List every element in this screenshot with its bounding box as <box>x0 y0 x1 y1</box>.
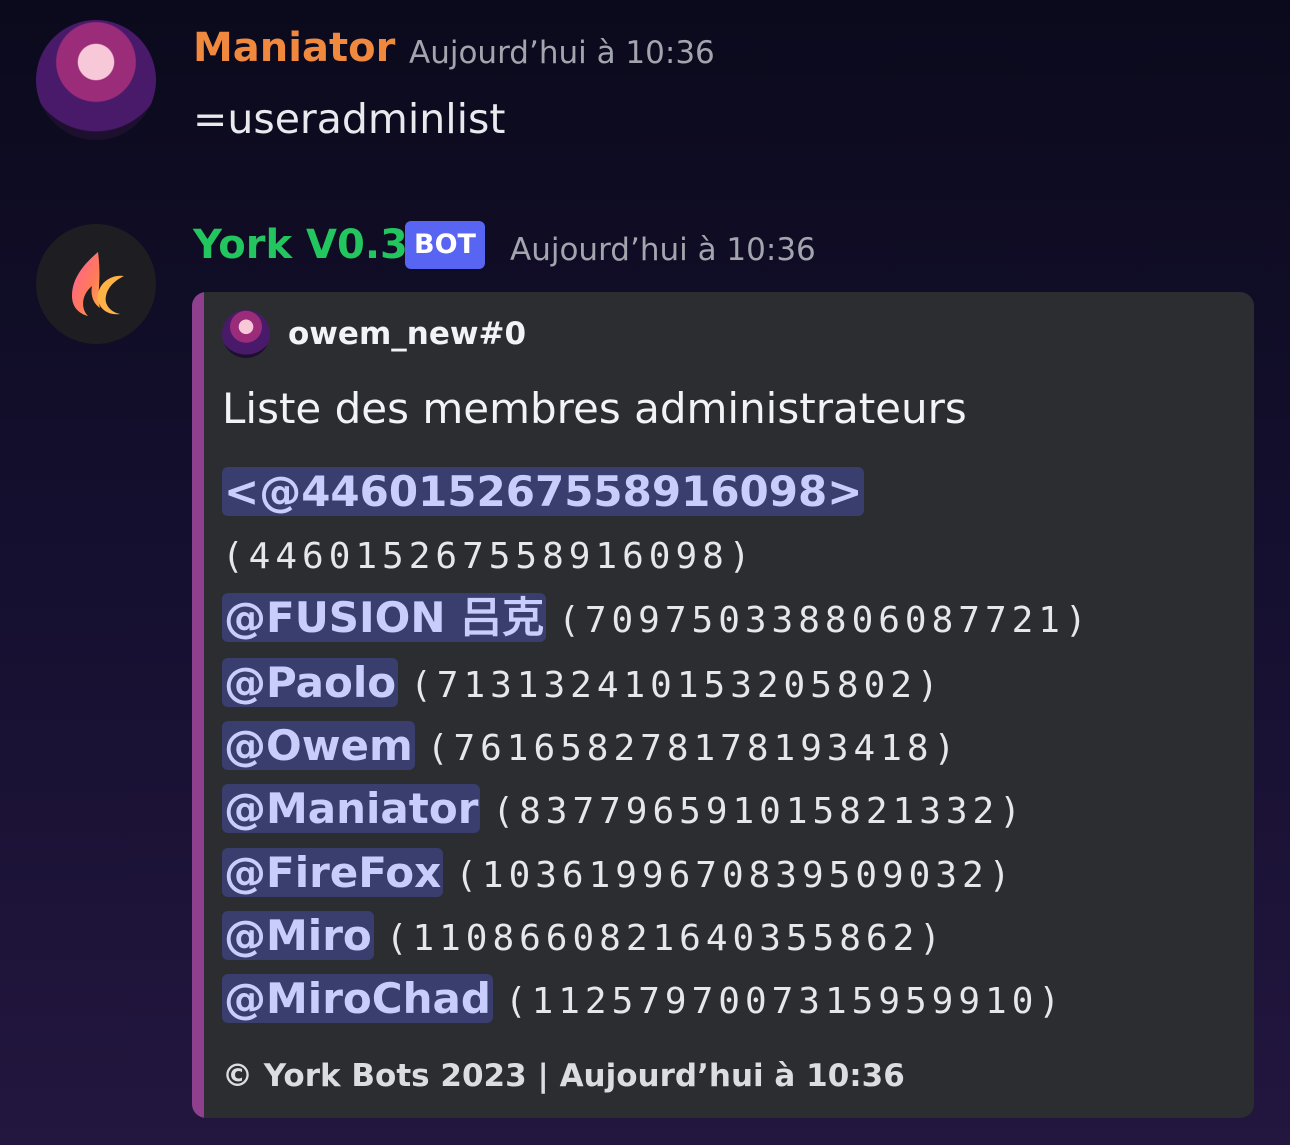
member-row: @Owem (761658278178193418) <box>222 717 960 775</box>
raw-mention: <@446015267558916098> <box>222 467 865 516</box>
member-row: @Paolo (713132410153205802) <box>222 654 944 712</box>
member-id: (837796591015821332) <box>492 791 1026 832</box>
member-mention[interactable]: @FUSION 吕克 <box>222 593 547 642</box>
message-timestamp: Aujourd’hui à 10:36 <box>510 232 816 268</box>
member-mention[interactable]: @Owem <box>222 721 415 770</box>
member-row: @MiroChad (1125797007315959910) <box>222 970 1065 1028</box>
flame-logo-icon <box>72 252 124 316</box>
message-author-name[interactable]: Maniator <box>193 24 395 72</box>
member-id: (1036199670839509032) <box>455 855 1016 896</box>
member-mention[interactable]: @FireFox <box>222 848 444 897</box>
bot-embed: owem_new#0 Liste des membres administrat… <box>192 292 1254 1118</box>
user-avatar[interactable] <box>36 20 156 140</box>
embed-accent-bar <box>192 292 204 1118</box>
member-id: (709750338806087721) <box>558 600 1092 641</box>
embed-author-name[interactable]: owem_new#0 <box>288 314 526 354</box>
member-id: (1108660821640355862) <box>385 918 946 959</box>
member-row: @FireFox (1036199670839509032) <box>222 844 1015 902</box>
embed-footer: © York Bots 2023 | Aujourd’hui à 10:36 <box>222 1058 905 1094</box>
member-row: @Maniator (837796591015821332) <box>222 780 1026 838</box>
raw-mention-row: <@446015267558916098> <box>222 463 865 521</box>
embed-title: Liste des membres administrateurs <box>222 384 967 433</box>
raw-id-row: (446015267558916098) <box>222 530 755 584</box>
member-id: (713132410153205802) <box>410 665 944 706</box>
member-mention[interactable]: @Maniator <box>222 784 481 833</box>
member-mention[interactable]: @MiroChad <box>222 974 493 1023</box>
member-id: (761658278178193418) <box>426 728 961 769</box>
bot-badge: BOT <box>405 221 485 269</box>
message-timestamp: Aujourd’hui à 10:36 <box>409 35 715 71</box>
member-mention[interactable]: @Miro <box>222 911 374 960</box>
embed-author-avatar[interactable] <box>222 310 270 358</box>
bot-avatar[interactable] <box>36 224 156 344</box>
member-row: @Miro (1108660821640355862) <box>222 907 946 965</box>
member-row: @FUSION 吕克 (709750338806087721) <box>222 589 1092 647</box>
bot-author-name[interactable]: York V0.3 <box>193 221 408 269</box>
member-mention[interactable]: @Paolo <box>222 658 399 707</box>
member-id: (446015267558916098) <box>222 536 756 577</box>
message-text: =useradminlist <box>193 95 506 143</box>
member-id: (1125797007315959910) <box>504 981 1066 1022</box>
